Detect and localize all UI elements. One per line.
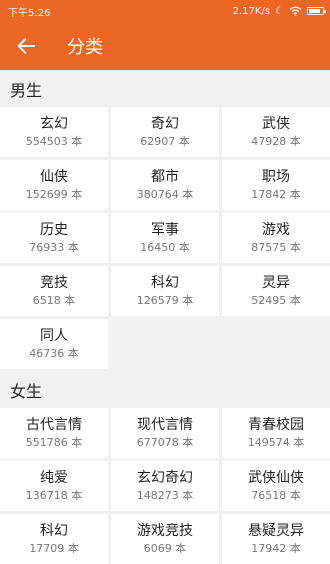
category-name: 奇幻 xyxy=(151,116,179,132)
category-item[interactable]: 奇幻 62907 本 xyxy=(111,107,219,157)
moon-icon: ☾ xyxy=(275,5,284,17)
category-count: 17942 本 xyxy=(251,542,301,555)
app-bar: 分类 xyxy=(0,22,330,70)
category-item[interactable]: 仙侠 152699 本 xyxy=(0,160,108,210)
category-count: 6518 本 xyxy=(32,294,76,307)
category-item[interactable]: 武侠仙侠 76518 本 xyxy=(222,461,330,511)
category-item[interactable]: 游戏 87575 本 xyxy=(222,213,330,263)
category-name: 青春校园 xyxy=(248,417,304,433)
category-name: 玄幻 xyxy=(40,116,68,132)
category-item[interactable]: 纯爱 136718 本 xyxy=(0,461,108,511)
category-name: 都市 xyxy=(151,169,179,185)
category-grid-female: 古代言情 551786 本 现代言情 677078 本 青春校园 149574 本 纯… xyxy=(0,408,330,564)
category-item[interactable]: 古代言情 551786 本 xyxy=(0,408,108,458)
category-item[interactable]: 青春校园 149574 本 xyxy=(222,408,330,458)
category-name: 游戏 xyxy=(262,222,290,238)
category-count: 76933 本 xyxy=(29,241,79,254)
category-name: 现代言情 xyxy=(137,417,193,433)
category-item[interactable]: 科幻 17709 本 xyxy=(0,514,108,564)
category-item[interactable]: 游戏竞技 6069 本 xyxy=(111,514,219,564)
back-button[interactable] xyxy=(2,22,50,70)
status-bar: 下午5:26 2.17K/s ☾ xyxy=(0,0,330,22)
category-count: 76518 本 xyxy=(251,489,301,502)
category-count: 677078 本 xyxy=(136,436,194,449)
category-item[interactable]: 悬疑灵异 17942 本 xyxy=(222,514,330,564)
battery-icon xyxy=(307,7,326,15)
category-name: 科幻 xyxy=(40,523,68,539)
category-grid-male: 玄幻 554503 本 奇幻 62907 本 武侠 47928 本 仙侠 152699 … xyxy=(0,107,330,369)
category-name: 武侠 xyxy=(262,116,290,132)
category-name: 古代言情 xyxy=(26,417,82,433)
category-item[interactable]: 历史 76933 本 xyxy=(0,213,108,263)
category-name: 历史 xyxy=(40,222,68,238)
category-count: 551786 本 xyxy=(25,436,83,449)
category-item[interactable]: 玄幻奇幻 148273 本 xyxy=(111,461,219,511)
status-time: 下午5:26 xyxy=(8,7,51,19)
category-item[interactable]: 军事 16450 本 xyxy=(111,213,219,263)
section-header-female: 女生 xyxy=(0,371,330,408)
category-item[interactable]: 武侠 47928 本 xyxy=(222,107,330,157)
category-name: 游戏竞技 xyxy=(137,523,193,539)
category-count: 554503 本 xyxy=(25,135,83,148)
category-count: 16450 本 xyxy=(140,241,190,254)
category-name: 悬疑灵异 xyxy=(248,523,304,539)
category-name: 仙侠 xyxy=(40,169,68,185)
category-count: 148273 本 xyxy=(136,489,194,502)
category-item[interactable]: 科幻 126579 本 xyxy=(111,266,219,316)
status-indicators: 2.17K/s ☾ xyxy=(232,5,326,17)
category-name: 科幻 xyxy=(151,275,179,291)
category-name: 职场 xyxy=(262,169,290,185)
wifi-icon xyxy=(289,6,302,16)
category-count: 126579 本 xyxy=(136,294,194,307)
section-title: 女生 xyxy=(10,381,43,401)
category-count: 152699 本 xyxy=(25,188,83,201)
section-header-male: 男生 xyxy=(0,70,330,107)
category-item[interactable]: 现代言情 677078 本 xyxy=(111,408,219,458)
category-count: 52495 本 xyxy=(251,294,301,307)
network-speed: 2.17K/s xyxy=(232,5,271,17)
category-name: 纯爱 xyxy=(40,470,68,486)
category-count: 136718 本 xyxy=(25,489,83,502)
section-title: 男生 xyxy=(10,80,43,100)
category-name: 灵异 xyxy=(262,275,290,291)
arrow-left-icon xyxy=(17,38,35,54)
category-name: 竞技 xyxy=(40,275,68,291)
category-name: 玄幻奇幻 xyxy=(137,470,193,486)
category-count: 17842 本 xyxy=(251,188,301,201)
category-item[interactable]: 竞技 6518 本 xyxy=(0,266,108,316)
category-count: 6069 本 xyxy=(143,542,187,555)
category-item[interactable]: 同人 46736 本 xyxy=(0,319,108,369)
category-item[interactable]: 职场 17842 本 xyxy=(222,160,330,210)
category-count: 47928 本 xyxy=(251,135,301,148)
category-item[interactable]: 都市 380764 本 xyxy=(111,160,219,210)
category-count: 46736 本 xyxy=(29,347,79,360)
category-name: 军事 xyxy=(151,222,179,238)
category-name: 同人 xyxy=(40,328,68,344)
category-name: 武侠仙侠 xyxy=(248,470,304,486)
category-item[interactable]: 灵异 52495 本 xyxy=(222,266,330,316)
category-count: 62907 本 xyxy=(140,135,190,148)
category-item[interactable]: 玄幻 554503 本 xyxy=(0,107,108,157)
page-title: 分类 xyxy=(67,37,103,58)
category-count: 87575 本 xyxy=(251,241,301,254)
category-count: 149574 本 xyxy=(247,436,305,449)
category-count: 380764 本 xyxy=(136,188,194,201)
category-count: 17709 本 xyxy=(29,542,79,555)
